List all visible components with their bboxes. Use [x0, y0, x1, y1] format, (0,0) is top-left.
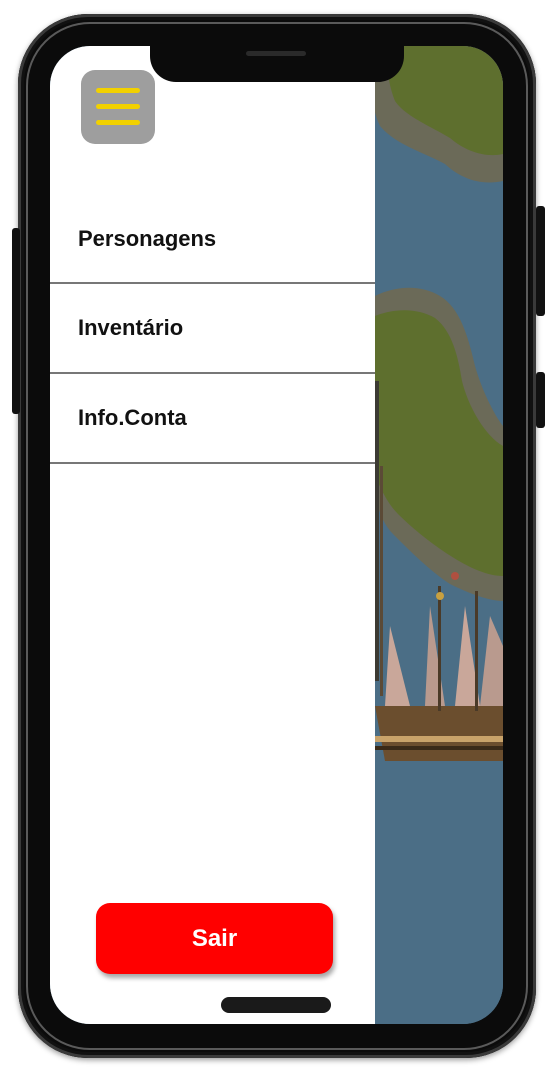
side-button-left	[12, 228, 20, 414]
drawer-menu: Personagens Inventário Info.Conta	[50, 196, 375, 464]
navigation-drawer: Personagens Inventário Info.Conta Sair	[50, 46, 375, 1024]
home-indicator[interactable]	[221, 997, 331, 1013]
menu-item-label: Personagens	[78, 226, 217, 251]
logout-button[interactable]: Sair	[96, 903, 333, 974]
menu-item-label: Inventário	[78, 315, 184, 340]
menu-item-personagens[interactable]: Personagens	[50, 196, 375, 284]
menu-item-inventario[interactable]: Inventário	[50, 284, 375, 374]
side-button-right-top	[536, 206, 545, 316]
side-button-right-bottom	[536, 372, 545, 428]
menu-toggle-button[interactable]	[81, 70, 155, 144]
speaker-grille	[246, 51, 306, 56]
menu-item-label: Info.Conta	[78, 405, 187, 430]
screen: Personagens Inventário Info.Conta Sair	[50, 46, 503, 1024]
menu-item-info-conta[interactable]: Info.Conta	[50, 374, 375, 464]
logout-button-label: Sair	[191, 924, 238, 952]
